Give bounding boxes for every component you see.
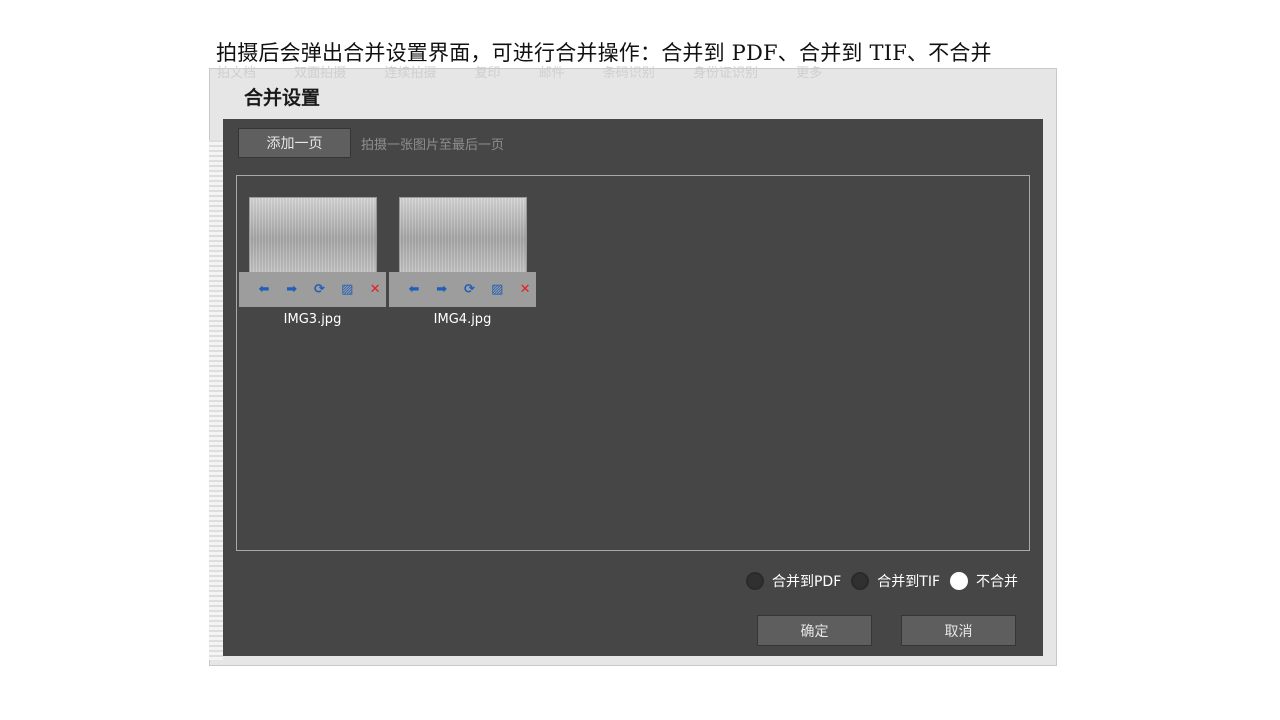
merge-to-pdf-radio[interactable]: [745, 572, 764, 590]
background-toolbar: 拍文档 双面拍摄 连续拍摄 复印 邮件 条码识别 身份证识别 更多: [217, 62, 856, 81]
add-page-button[interactable]: 添加一页: [238, 128, 351, 158]
merge-to-pdf-label: 合并到PDF: [771, 574, 842, 590]
arrow-right-icon[interactable]: ➡: [431, 282, 453, 298]
background-tab: 拍文档: [217, 66, 257, 81]
thumbnail-image[interactable]: [249, 197, 377, 273]
arrow-left-icon[interactable]: ⬅: [403, 282, 425, 298]
thumbnail-image[interactable]: [399, 197, 527, 273]
merge-settings-dialog: 添加一页 拍摄一张图片至最后一页 ⬅ ➡ ⟳ ▨ ✕ IMG3.jpg ⬅ ➡ …: [223, 119, 1043, 656]
no-merge-label: 不合并: [976, 574, 1018, 590]
background-tab: 邮件: [538, 66, 565, 81]
thumbnail-filename: IMG4.jpg: [433, 312, 492, 327]
background-tab: 双面拍摄: [294, 66, 347, 81]
cancel-button[interactable]: 取消: [901, 615, 1016, 646]
merge-to-tif-radio[interactable]: [851, 572, 870, 590]
edit-icon[interactable]: ▨: [336, 282, 358, 298]
thumbnail-toolbar: ⬅ ➡ ⟳ ▨ ✕: [239, 272, 386, 307]
edit-icon[interactable]: ▨: [486, 282, 508, 298]
rotate-icon[interactable]: ⟳: [309, 282, 331, 298]
background-tab: 条码识别: [602, 66, 655, 81]
background-tab: 更多: [796, 66, 823, 81]
background-tab: 复印: [474, 66, 501, 81]
merge-to-pdf-option[interactable]: 合并到PDF: [745, 571, 842, 591]
rotate-icon[interactable]: ⟳: [459, 282, 481, 298]
ok-button[interactable]: 确定: [757, 615, 872, 646]
background-strip: [209, 140, 223, 660]
dialog-title: 合并设置: [244, 87, 321, 109]
merge-to-tif-label: 合并到TIF: [877, 574, 940, 590]
merge-to-tif-option[interactable]: 合并到TIF: [851, 571, 940, 591]
thumbnail-filename: IMG3.jpg: [283, 312, 342, 327]
background-tab: 连续拍摄: [384, 66, 437, 81]
merge-options: 合并到PDF 合并到TIF 不合并: [736, 571, 1018, 591]
no-merge-radio[interactable]: [950, 572, 968, 590]
thumbnail-toolbar: ⬅ ➡ ⟳ ▨ ✕: [389, 272, 536, 307]
add-page-hint: 拍摄一张图片至最后一页: [361, 138, 505, 153]
delete-icon[interactable]: ✕: [364, 282, 386, 298]
thumbnail-area: ⬅ ➡ ⟳ ▨ ✕ IMG3.jpg ⬅ ➡ ⟳ ▨ ✕ IMG4.jpg: [236, 175, 1030, 551]
arrow-right-icon[interactable]: ➡: [281, 282, 303, 298]
no-merge-option[interactable]: 不合并: [950, 571, 1018, 591]
delete-icon[interactable]: ✕: [514, 282, 536, 298]
arrow-left-icon[interactable]: ⬅: [253, 282, 275, 298]
background-tab: 身份证识别: [692, 66, 758, 81]
